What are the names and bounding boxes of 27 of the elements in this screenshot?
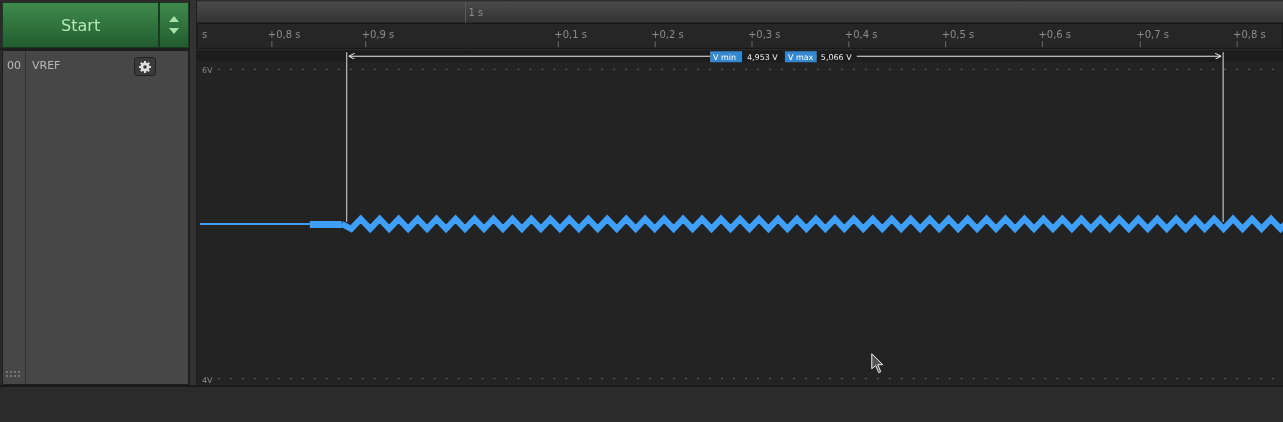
time-tick-label: s [202,29,208,41]
up-down-button[interactable] [159,2,189,48]
settings-button[interactable] [134,57,156,76]
measurement-value: 4,953 V [747,53,778,63]
time-tick-label: +0,6 s [1038,29,1071,41]
time-tick-label: +0,9 s [361,29,395,41]
channel-number: 00 [7,59,21,72]
time-tick-label: +0,1 s [554,29,587,41]
y-axis-label: 6V [202,66,213,76]
mouse-pointer-icon [871,353,884,374]
measurement-tag: V min [710,51,742,63]
start-button[interactable]: Start [2,2,160,48]
time-tick-label: +0,4 s [844,29,878,41]
settings-icon [139,60,151,73]
time-tick-label: +0,3 s [748,29,781,41]
measurement-tag: V max [784,51,817,63]
time-tick-label: +0,8 s [1233,29,1266,41]
y-axis-label: 4V [202,375,213,385]
time-tick-label: +0,5 s [941,29,975,41]
channel-name: VREF [32,59,61,72]
grip-icon[interactable] [6,371,22,378]
up-down-arrows-icon [168,14,181,36]
measurement-value: 5,066 V [820,53,852,63]
time-tick-label: +0,7 s [1136,29,1169,41]
major-time-label: 1 s [468,7,484,19]
time-tick-label: +0,2 s [651,29,684,41]
time-tick-label: +0,8 s [267,29,301,41]
